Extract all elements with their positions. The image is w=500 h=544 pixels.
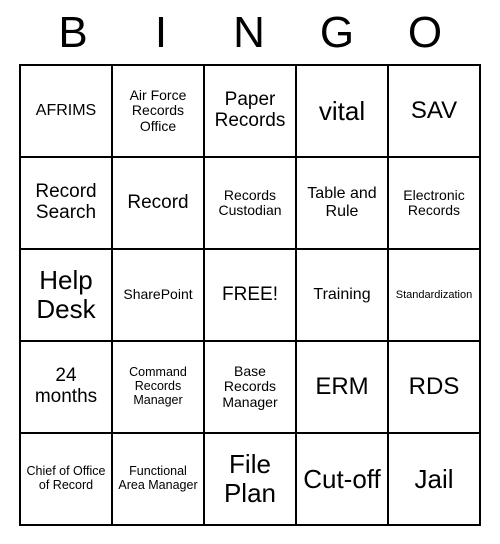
header-letter-o: O	[382, 8, 470, 58]
bingo-cell[interactable]: Air Force Records Office	[112, 65, 204, 157]
bingo-cell[interactable]: vital	[296, 65, 388, 157]
bingo-cell[interactable]: ERM	[296, 341, 388, 433]
bingo-header: B I N G O	[20, 8, 480, 58]
bingo-cell[interactable]: Cut-off	[296, 433, 388, 525]
bingo-cell[interactable]: SAV	[388, 65, 480, 157]
bingo-row: Record SearchRecordRecords CustodianTabl…	[20, 157, 480, 249]
bingo-row: 24 monthsCommand Records ManagerBase Rec…	[20, 341, 480, 433]
bingo-cell[interactable]: Table and Rule	[296, 157, 388, 249]
header-letter-b: B	[30, 8, 118, 58]
free-cell[interactable]: FREE!	[204, 249, 296, 341]
bingo-cell[interactable]: Help Desk	[20, 249, 112, 341]
bingo-cell[interactable]: File Plan	[204, 433, 296, 525]
bingo-cell[interactable]: Record Search	[20, 157, 112, 249]
header-letter-i: I	[118, 8, 206, 58]
bingo-cell[interactable]: Functional Area Manager	[112, 433, 204, 525]
bingo-cell[interactable]: RDS	[388, 341, 480, 433]
header-letter-n: N	[206, 8, 294, 58]
header-letter-g: G	[294, 8, 382, 58]
bingo-cell[interactable]: AFRIMS	[20, 65, 112, 157]
bingo-cell[interactable]: Paper Records	[204, 65, 296, 157]
bingo-cell[interactable]: Electronic Records	[388, 157, 480, 249]
bingo-cell[interactable]: Records Custodian	[204, 157, 296, 249]
bingo-cell[interactable]: Standardization	[388, 249, 480, 341]
bingo-cell[interactable]: Training	[296, 249, 388, 341]
bingo-card: AFRIMSAir Force Records OfficePaper Reco…	[19, 64, 481, 526]
bingo-grid: AFRIMSAir Force Records OfficePaper Reco…	[20, 65, 480, 525]
bingo-cell[interactable]: Record	[112, 157, 204, 249]
bingo-row: Chief of Office of RecordFunctional Area…	[20, 433, 480, 525]
bingo-cell[interactable]: Base Records Manager	[204, 341, 296, 433]
bingo-cell[interactable]: Jail	[388, 433, 480, 525]
bingo-row: AFRIMSAir Force Records OfficePaper Reco…	[20, 65, 480, 157]
bingo-cell[interactable]: 24 months	[20, 341, 112, 433]
bingo-cell[interactable]: Chief of Office of Record	[20, 433, 112, 525]
bingo-cell[interactable]: SharePoint	[112, 249, 204, 341]
bingo-row: Help DeskSharePointFREE!TrainingStandard…	[20, 249, 480, 341]
bingo-cell[interactable]: Command Records Manager	[112, 341, 204, 433]
